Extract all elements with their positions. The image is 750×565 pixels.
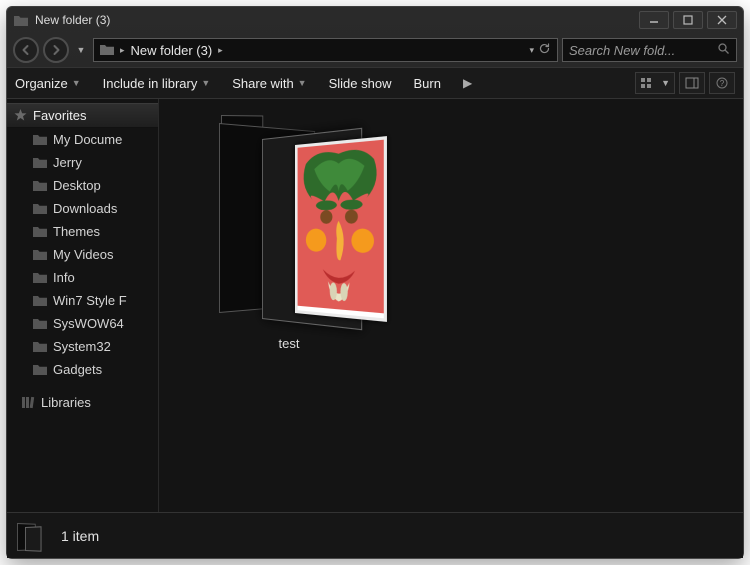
organize-menu[interactable]: Organize▼ — [15, 76, 81, 91]
search-placeholder: Search New fold... — [569, 43, 711, 58]
libraries-header[interactable]: Libraries — [7, 395, 158, 410]
libraries-icon — [21, 396, 35, 410]
sidebar-item[interactable]: SysWOW64 — [7, 312, 158, 335]
folder-icon — [33, 271, 47, 285]
explorer-window: New folder (3) ▼ ▸ New folder (3) ▸ ▾ Se… — [6, 6, 744, 559]
preview-pane-button[interactable] — [679, 72, 705, 94]
refresh-icon[interactable] — [538, 42, 551, 58]
more-commands-button[interactable]: ▶ — [463, 76, 472, 90]
minimize-button[interactable] — [639, 11, 669, 29]
address-folder-icon — [100, 43, 114, 58]
sidebar-item[interactable]: System32 — [7, 335, 158, 358]
history-dropdown[interactable]: ▼ — [73, 42, 89, 58]
chevron-down-icon: ▼ — [661, 78, 670, 88]
item-count: 1 item — [61, 528, 99, 544]
address-bar[interactable]: ▸ New folder (3) ▸ ▾ — [93, 38, 558, 62]
folder-preview-image — [295, 136, 387, 322]
details-pane: 1 item — [7, 512, 743, 558]
folder-icon — [33, 202, 47, 216]
folder-icon — [33, 248, 47, 262]
folder-icon — [33, 225, 47, 239]
folder-icon — [33, 179, 47, 193]
maximize-button[interactable] — [673, 11, 703, 29]
breadcrumb[interactable]: New folder (3) — [131, 43, 213, 58]
explorer-body: Favorites My Docume Jerry Desktop Downlo… — [7, 99, 743, 512]
svg-text:?: ? — [720, 79, 725, 88]
window-title: New folder (3) — [35, 13, 635, 27]
sidebar-item[interactable]: Desktop — [7, 174, 158, 197]
sidebar-item[interactable]: Win7 Style F — [7, 289, 158, 312]
chevron-right-icon: ▸ — [120, 45, 125, 56]
folder-icon — [33, 340, 47, 354]
change-view-button[interactable]: ▼ — [635, 72, 675, 94]
sidebar-item[interactable]: Info — [7, 266, 158, 289]
sidebar-item[interactable]: My Videos — [7, 243, 158, 266]
tiles-icon — [640, 77, 652, 89]
sidebar-item[interactable]: Downloads — [7, 197, 158, 220]
favorites-header[interactable]: Favorites — [7, 103, 158, 128]
folder-icon — [33, 133, 47, 147]
titlebar: New folder (3) — [7, 7, 743, 33]
sidebar-item[interactable]: My Docume — [7, 128, 158, 151]
sidebar-item[interactable]: Themes — [7, 220, 158, 243]
folder-thumbnail — [207, 109, 372, 324]
star-icon — [13, 109, 27, 123]
burn-button[interactable]: Burn — [413, 76, 440, 91]
forward-button[interactable] — [43, 37, 69, 63]
include-in-library-menu[interactable]: Include in library▼ — [103, 76, 211, 91]
favorites-label: Favorites — [33, 108, 86, 123]
sidebar-item[interactable]: Gadgets — [7, 358, 158, 381]
window-icon — [13, 12, 29, 28]
window-controls — [635, 11, 737, 29]
folder-label: test — [199, 336, 379, 351]
folder-icon — [33, 363, 47, 377]
search-icon — [717, 42, 730, 58]
nav-row: ▼ ▸ New folder (3) ▸ ▾ Search New fold..… — [7, 33, 743, 67]
close-button[interactable] — [707, 11, 737, 29]
search-input[interactable]: Search New fold... — [562, 38, 737, 62]
chevron-right-icon: ▸ — [218, 45, 223, 56]
back-button[interactable] — [13, 37, 39, 63]
share-with-menu[interactable]: Share with▼ — [232, 76, 306, 91]
view-controls: ▼ ? — [635, 72, 735, 94]
folder-icon — [33, 156, 47, 170]
folder-icon — [33, 294, 47, 308]
navigation-pane: Favorites My Docume Jerry Desktop Downlo… — [7, 99, 159, 512]
folder-icon — [33, 317, 47, 331]
address-dropdown-icon[interactable]: ▾ — [529, 45, 534, 56]
command-bar: Organize▼ Include in library▼ Share with… — [7, 67, 743, 99]
details-folder-icon — [17, 517, 47, 555]
slideshow-button[interactable]: Slide show — [329, 76, 392, 91]
help-button[interactable]: ? — [709, 72, 735, 94]
sidebar-item[interactable]: Jerry — [7, 151, 158, 174]
folder-item[interactable]: test — [199, 109, 379, 351]
items-view[interactable]: test — [159, 99, 743, 512]
